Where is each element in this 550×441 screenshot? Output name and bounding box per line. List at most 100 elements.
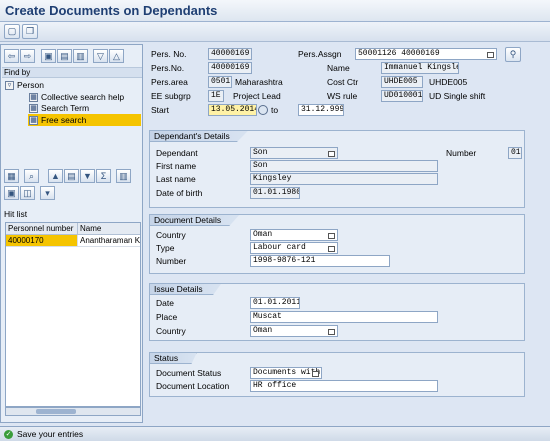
cost-ctr-field[interactable]: UHDE005 [381,76,423,88]
document-location-label: Document Location [156,381,230,391]
hit-list-label: Hit list [4,209,28,219]
issue-date-field[interactable]: 01.01.2011 [250,297,300,309]
hit-list-table: Personnel number Name 40000170 Ananthara… [5,222,141,407]
status-group: Status Document Status Documents with Do… [149,352,525,397]
dependant-label: Dependant [156,148,198,158]
column-header-name[interactable]: Name [78,223,140,235]
status-message: Save your entries [17,429,84,439]
tree-item-collective[interactable]: ▦ Collective search help [29,92,124,103]
name-field[interactable]: Immanuel Kingsley [381,62,459,74]
ws-rule-field[interactable]: UD010001 [381,90,423,102]
status-title: Status [150,352,198,364]
forward-arrow-icon[interactable]: ⇨ [20,49,35,63]
dependant-details-title: Dependant's Details [150,130,249,142]
expand-icon[interactable]: ▣ [41,49,56,63]
ee-subgrp-text: Project Lead [233,91,281,101]
scrollbar-thumb[interactable] [36,409,76,414]
find-by-header: Find by [2,67,142,78]
dob-label: Date of birth [156,188,203,198]
issue-country-label: Country [156,326,186,336]
first-name-label: First name [156,161,197,171]
calendar-icon[interactable] [258,105,268,115]
pers-assgn-label: Pers.Assgn [298,49,342,59]
success-icon: ✓ [4,430,13,439]
print-icon[interactable]: ▤ [64,169,79,183]
first-name-field[interactable]: Son [250,160,438,172]
pers-no2-label: Pers.No. [151,63,185,73]
export-icon[interactable]: ▣ [4,186,19,200]
number-label: Number [446,148,477,158]
document-number-field[interactable]: 1998-9876-121 [250,255,390,267]
document-details-group: Document Details Country Oman Type Labou… [149,214,525,274]
search-help-icon: ▦ [29,93,38,103]
new-icon[interactable]: ▢ [4,24,20,39]
document-type-label: Type [156,243,175,253]
last-name-field[interactable]: Kingsley [250,173,438,185]
pers-no2-field[interactable]: 40000169 [208,62,252,74]
application-toolbar: ▢ ❐ [0,22,550,42]
issue-details-group: Issue Details Date 01.01.2011 Place Musc… [149,283,525,341]
pers-area-text: Maharashtra [235,77,283,87]
collapse-icon[interactable]: ▤ [57,49,72,63]
issue-date-label: Date [156,298,174,308]
tree-root-person[interactable]: ▿ Person [5,80,44,91]
ee-subgrp-field[interactable]: 1E [208,90,224,102]
document-country-label: Country [156,230,186,240]
issue-place-field[interactable]: Muscat [250,311,438,323]
document-status-dropdown[interactable]: Documents with [250,367,322,379]
start-date-field[interactable]: 13.05.2014 [208,104,257,116]
start-label: Start [151,105,169,115]
pers-area-field[interactable]: 0501 [208,76,232,88]
cost-ctr-text: UHDE005 [429,77,468,87]
tree-item-search-term[interactable]: ▦ Search Term [29,103,89,114]
grid-icon[interactable]: ▦ [4,169,19,183]
person-icon: ▿ [5,81,14,91]
document-status-label: Document Status [156,368,222,378]
issue-country-dropdown[interactable]: Oman [250,325,338,337]
column-header-personnel-number[interactable]: Personnel number [6,223,78,235]
settings-icon[interactable]: ▾ [40,186,55,200]
dependant-dropdown[interactable]: Son [250,147,338,159]
ws-rule-text: UD Single shift [429,91,486,101]
document-number-label: Number [156,256,187,266]
document-country-dropdown[interactable]: Oman [250,229,338,241]
last-name-label: Last name [156,174,196,184]
document-type-dropdown[interactable]: Labour card [250,242,338,254]
sum-icon[interactable]: Σ [96,169,111,183]
pers-assgn-dropdown[interactable]: 50001126 40000169 [355,48,497,60]
refresh-icon[interactable]: ▥ [73,49,88,63]
page-title: Create Documents on Dependants [5,3,218,18]
org-structure-icon[interactable]: ⚲ [505,47,521,62]
copy-icon[interactable]: ❐ [22,24,38,39]
document-details-title: Document Details [150,214,241,226]
back-arrow-icon[interactable]: ⇦ [4,49,19,63]
table-cell-personnel-number[interactable]: 40000170 [6,235,78,247]
dependant-number-field[interactable]: 01 [508,147,522,159]
title-bar: Create Documents on Dependants [0,0,550,22]
end-date-field[interactable]: 31.12.9999 [298,104,344,116]
cost-ctr-label: Cost Ctr [327,77,359,87]
filter-icon[interactable]: ▼ [80,169,95,183]
search-help-icon: ▦ [29,116,38,126]
filter-down-icon[interactable]: ▽ [93,49,108,63]
dob-field[interactable]: 01.01.1980 [250,187,300,199]
horizontal-scrollbar[interactable] [5,407,141,416]
issue-details-title: Issue Details [150,283,222,295]
details-icon[interactable]: ◫ [20,186,35,200]
pers-no-label: Pers. No. [151,49,187,59]
object-navigator: ⇦ ⇨ ▣ ▤ ▥ ▽ △ Find by ▿ Person ▦ Collectiv… [0,44,143,423]
name-label: Name [327,63,350,73]
table-cell-name[interactable]: Anantharaman Ki [78,235,140,247]
pers-area-label: Pers.area [151,77,188,87]
dependant-details-group: Dependant's Details Dependant Son Number… [149,130,525,208]
ws-rule-label: WS rule [327,91,358,101]
pers-no-field[interactable]: 40000169 [208,48,252,60]
search-icon[interactable]: ⌕ [24,169,39,183]
ee-subgrp-label: EE subgrp [151,91,191,101]
sort-ascending-icon[interactable]: ▲ [48,169,63,183]
layout-icon[interactable]: ▥ [116,169,131,183]
tree-item-free-search[interactable]: ▦ Free search [29,115,86,126]
issue-place-label: Place [156,312,178,322]
document-location-field[interactable]: HR office [250,380,438,392]
filter-up-icon[interactable]: △ [109,49,124,63]
